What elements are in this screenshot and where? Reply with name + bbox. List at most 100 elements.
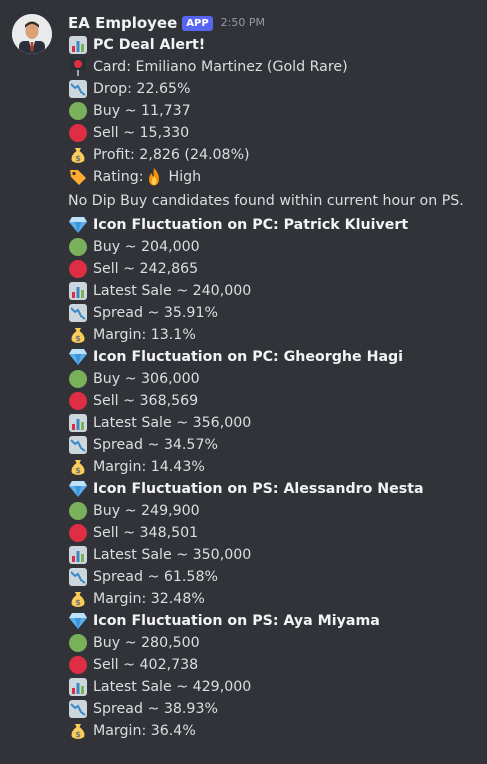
red-circle-icon — [68, 259, 88, 279]
fluctuation-buy-text: Buy ~ 249,900 — [93, 503, 200, 519]
pin-icon — [68, 57, 88, 77]
svg-text:$: $ — [75, 598, 81, 607]
red-circle-icon — [68, 523, 88, 543]
fire-icon — [144, 167, 164, 187]
chart-icon — [68, 35, 88, 55]
fluctuation-title: Icon Fluctuation on PS: Aya Miyama — [68, 610, 477, 632]
fluctuation-margin: $ Margin: 32.48% — [68, 588, 477, 610]
dip-buy-note: No Dip Buy candidates found within curre… — [68, 193, 464, 209]
chart-icon — [68, 545, 88, 565]
fluctuation-sell-text: Sell ~ 242,865 — [93, 261, 199, 277]
fluctuation-spread: Spread ~ 38.93% — [68, 698, 477, 720]
fluctuation-title: Icon Fluctuation on PC: Patrick Kluivert — [68, 214, 477, 236]
chart-icon — [68, 281, 88, 301]
deal-line: Sell ~ 15,330 — [68, 122, 477, 144]
deal-alert-title-text: PC Deal Alert! — [93, 37, 206, 53]
fluctuation-spread: Spread ~ 34.57% — [68, 434, 477, 456]
app-badge: APP — [182, 15, 213, 31]
svg-text:$: $ — [75, 466, 81, 475]
fluctuation-title-text: Icon Fluctuation on PS: Alessandro Nesta — [93, 481, 424, 497]
fluctuation-spread: Spread ~ 61.58% — [68, 566, 477, 588]
fluctuation-latest-sale: Latest Sale ~ 356,000 — [68, 412, 477, 434]
red-circle-icon — [68, 123, 88, 143]
fluctuation-buy: Buy ~ 280,500 — [68, 632, 477, 654]
fluctuation-buy: Buy ~ 306,000 — [68, 368, 477, 390]
fluctuation-sell-text: Sell ~ 348,501 — [93, 525, 199, 541]
fluctuation-margin-text: Margin: 14.43% — [93, 459, 205, 475]
diamond-icon — [68, 215, 88, 235]
fluctuation-title-text: Icon Fluctuation on PS: Aya Miyama — [93, 613, 380, 629]
message-header: EA Employee APP 2:50 PM — [68, 12, 477, 34]
fluctuation-buy: Buy ~ 204,000 — [68, 236, 477, 258]
username[interactable]: EA Employee — [68, 12, 177, 34]
deal-line: Buy ~ 11,737 — [68, 100, 477, 122]
money-bag-icon: $ — [68, 589, 88, 609]
chart-down-icon — [68, 79, 88, 99]
timestamp[interactable]: 2:50 PM — [221, 12, 265, 34]
chart-down-icon — [68, 567, 88, 587]
chart-icon — [68, 413, 88, 433]
diamond-icon — [68, 611, 88, 631]
fluctuation-margin-text: Margin: 36.4% — [93, 723, 196, 739]
deal-alert-title: PC Deal Alert! — [68, 34, 477, 56]
fluctuation-margin-text: Margin: 32.48% — [93, 591, 205, 607]
red-circle-icon — [68, 655, 88, 675]
deal-line: Rating: High — [68, 166, 477, 188]
fluctuation-margin: $ Margin: 13.1% — [68, 324, 477, 346]
fluctuation-sell: Sell ~ 368,569 — [68, 390, 477, 412]
fluctuation-sell: Sell ~ 348,501 — [68, 522, 477, 544]
deal-line-text: Rating: — [93, 169, 144, 185]
avatar[interactable] — [12, 14, 52, 54]
message: EA Employee APP 2:50 PM PC Deal Alert! Ca… — [0, 0, 487, 742]
deal-line-text: Buy ~ 11,737 — [93, 103, 191, 119]
green-circle-icon — [68, 101, 88, 121]
deal-line-text: Drop: 22.65% — [93, 81, 191, 97]
fluctuation-latest-sale: Latest Sale ~ 240,000 — [68, 280, 477, 302]
fluctuation-title-text: Icon Fluctuation on PC: Patrick Kluivert — [93, 217, 409, 233]
tag-icon — [68, 167, 88, 187]
fluctuation-latest-sale-text: Latest Sale ~ 350,000 — [93, 547, 252, 563]
chart-down-icon — [68, 699, 88, 719]
fluctuation-latest-sale-text: Latest Sale ~ 429,000 — [93, 679, 252, 695]
diamond-icon — [68, 479, 88, 499]
fluctuation-latest-sale: Latest Sale ~ 429,000 — [68, 676, 477, 698]
deal-line-extra-text: High — [168, 169, 202, 185]
fluctuation-sell: Sell ~ 402,738 — [68, 654, 477, 676]
red-circle-icon — [68, 391, 88, 411]
deal-line: $ Profit: 2,826 (24.08%) — [68, 144, 477, 166]
fluctuation-title: Icon Fluctuation on PC: Gheorghe Hagi — [68, 346, 477, 368]
fluctuation-margin-text: Margin: 13.1% — [93, 327, 196, 343]
svg-text:$: $ — [75, 730, 81, 739]
message-content: PC Deal Alert! Card: Emiliano Martinez (G… — [68, 34, 477, 742]
green-circle-icon — [68, 237, 88, 257]
chart-down-icon — [68, 435, 88, 455]
green-circle-icon — [68, 501, 88, 521]
money-bag-icon: $ — [68, 325, 88, 345]
fluctuation-sell-text: Sell ~ 368,569 — [93, 393, 199, 409]
fluctuation-spread: Spread ~ 35.91% — [68, 302, 477, 324]
chart-icon — [68, 677, 88, 697]
fluctuation-spread-text: Spread ~ 35.91% — [93, 305, 218, 321]
deal-line: Card: Emiliano Martinez (Gold Rare) — [68, 56, 477, 78]
fluctuation-spread-text: Spread ~ 34.57% — [93, 437, 218, 453]
deal-line: Drop: 22.65% — [68, 78, 477, 100]
deal-line-text: Sell ~ 15,330 — [93, 125, 190, 141]
svg-text:$: $ — [75, 154, 81, 163]
svg-text:$: $ — [75, 334, 81, 343]
fluctuation-spread-text: Spread ~ 61.58% — [93, 569, 218, 585]
fluctuation-title: Icon Fluctuation on PS: Alessandro Nesta — [68, 478, 477, 500]
green-circle-icon — [68, 633, 88, 653]
fluctuation-buy-text: Buy ~ 204,000 — [93, 239, 200, 255]
fluctuation-latest-sale-text: Latest Sale ~ 240,000 — [93, 283, 252, 299]
fluctuation-margin: $ Margin: 14.43% — [68, 456, 477, 478]
fluctuation-buy: Buy ~ 249,900 — [68, 500, 477, 522]
deal-line-text: Profit: 2,826 (24.08%) — [93, 147, 250, 163]
fluctuation-sell: Sell ~ 242,865 — [68, 258, 477, 280]
fluctuation-sell-text: Sell ~ 402,738 — [93, 657, 199, 673]
deal-line-text: Card: Emiliano Martinez (Gold Rare) — [93, 59, 348, 75]
fluctuation-margin: $ Margin: 36.4% — [68, 720, 477, 742]
fluctuation-buy-text: Buy ~ 280,500 — [93, 635, 200, 651]
fluctuation-buy-text: Buy ~ 306,000 — [93, 371, 200, 387]
fluctuation-latest-sale: Latest Sale ~ 350,000 — [68, 544, 477, 566]
fluctuation-latest-sale-text: Latest Sale ~ 356,000 — [93, 415, 252, 431]
